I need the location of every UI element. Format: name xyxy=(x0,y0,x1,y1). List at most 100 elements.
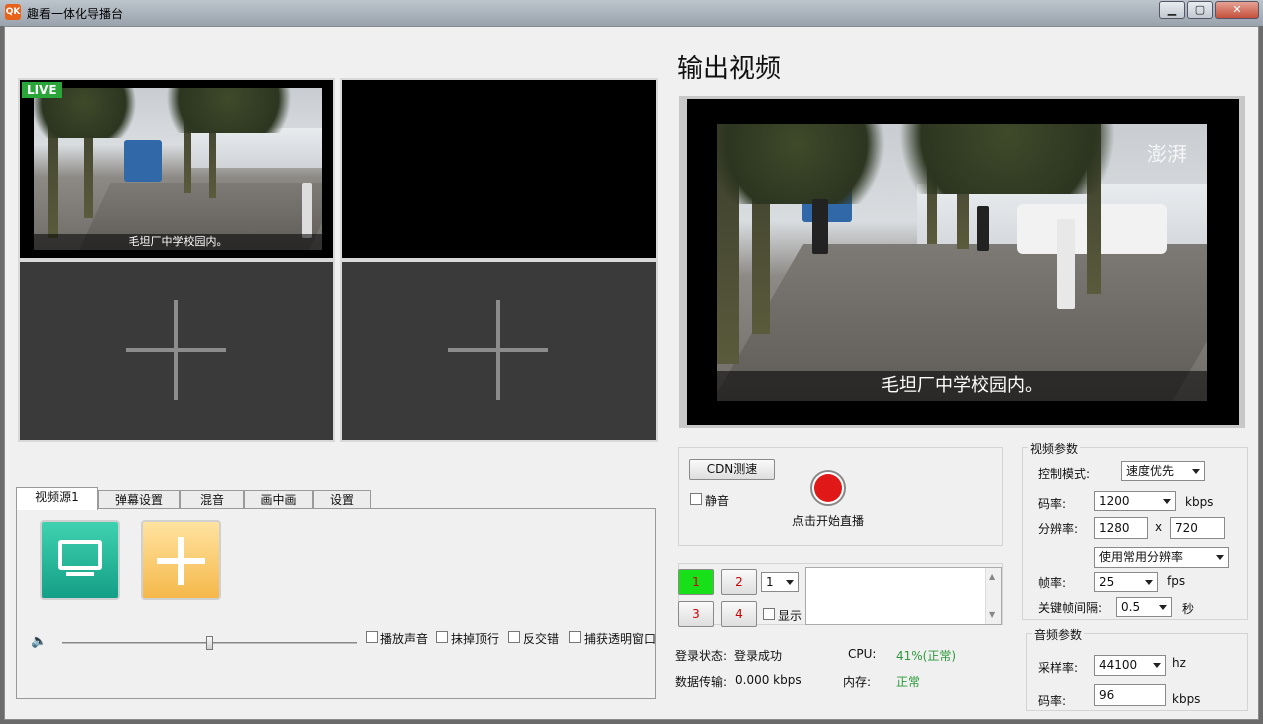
video-frame: 毛坦厂中学校园内。 xyxy=(34,88,322,250)
memory-label: 内存: xyxy=(843,675,872,689)
video-cell-3[interactable] xyxy=(18,260,335,442)
video-cell-4[interactable] xyxy=(340,260,658,442)
chevron-down-icon xyxy=(1216,555,1224,560)
scroll-up-icon[interactable]: ▲ xyxy=(989,572,995,581)
common-resolution-select[interactable]: 使用常用分辨率 xyxy=(1094,547,1229,568)
deinterlace-checkbox[interactable] xyxy=(508,631,520,643)
monitor-stand-icon xyxy=(66,572,94,576)
chevron-down-icon xyxy=(1192,469,1200,474)
scrollbar[interactable]: ▲ ▼ xyxy=(985,568,1001,624)
remove-top-line-checkbox[interactable] xyxy=(436,631,448,643)
keyframe-interval-select[interactable]: 0.5 xyxy=(1116,597,1172,617)
tab-audio-mix[interactable]: 混音 xyxy=(180,490,244,509)
add-source-icon-v xyxy=(174,300,178,400)
window-title: 趣看一体化导播台 xyxy=(27,7,124,21)
fps-label: 帧率: xyxy=(1038,576,1067,590)
control-mode-select[interactable]: 速度优先 xyxy=(1121,461,1205,481)
keyframe-interval-unit: 秒 xyxy=(1182,602,1195,616)
app-logo-icon: QK xyxy=(5,4,21,20)
chevron-down-icon xyxy=(1163,499,1171,504)
sample-rate-select[interactable]: 44100 xyxy=(1094,655,1166,676)
output-caption: 毛坦厂中学校园内。 xyxy=(717,371,1207,401)
plus-icon-v xyxy=(178,537,184,585)
login-status-value: 登录成功 xyxy=(734,649,783,663)
chevron-down-icon xyxy=(1159,605,1167,610)
add-source-icon-v xyxy=(496,300,500,400)
scene-button-3[interactable]: 3 xyxy=(678,601,714,627)
volume-slider-thumb[interactable] xyxy=(206,636,213,650)
scene-button-1[interactable]: 1 xyxy=(678,569,714,595)
resolution-x-label: x xyxy=(1155,520,1163,534)
cdn-speedtest-button[interactable]: CDN测速 xyxy=(689,459,775,480)
audio-bitrate-label: 码率: xyxy=(1038,694,1067,708)
deinterlace-label: 反交错 xyxy=(523,632,560,646)
chevron-down-icon xyxy=(1145,580,1153,585)
add-video-source-tile[interactable] xyxy=(141,520,221,600)
video-caption: 毛坦厂中学校园内。 xyxy=(34,234,322,250)
cpu-label: CPU: xyxy=(848,647,877,661)
video-bitrate-value: 1200 xyxy=(1099,494,1130,508)
title-bar[interactable] xyxy=(0,0,1263,26)
video-cell-1[interactable]: 毛坦厂中学校园内。 LIVE xyxy=(18,78,335,260)
play-sound-checkbox[interactable] xyxy=(366,631,378,643)
maximize-button[interactable]: ▢ xyxy=(1187,1,1213,19)
speaker-icon[interactable]: 🔈 xyxy=(31,634,47,649)
fps-select[interactable]: 25 xyxy=(1094,572,1158,592)
output-video-image: 澎湃 毛坦厂中学校园内。 xyxy=(717,124,1207,401)
tab-picture-in-picture[interactable]: 画中画 xyxy=(244,490,313,509)
output-video-frame: 澎湃 毛坦厂中学校园内。 xyxy=(679,96,1245,428)
watermark-logo: 澎湃 xyxy=(1147,142,1187,166)
scene-button-2[interactable]: 2 xyxy=(721,569,757,595)
scene-select-value: 1 xyxy=(766,575,774,589)
fps-value: 25 xyxy=(1099,575,1115,589)
capture-transparent-window-checkbox[interactable] xyxy=(569,631,581,643)
monitor-icon xyxy=(58,540,102,570)
chevron-down-icon xyxy=(786,580,794,585)
video-params-title: 视频参数 xyxy=(1028,440,1081,457)
show-label: 显示 xyxy=(778,609,803,623)
scene-text-area[interactable]: ▲ ▼ xyxy=(805,567,1002,625)
remove-top-line-label: 抹掉顶行 xyxy=(451,632,500,646)
common-resolution-value: 使用常用分辨率 xyxy=(1099,550,1184,564)
tab-video-source-1[interactable]: 视频源1 xyxy=(16,487,98,510)
memory-value: 正常 xyxy=(896,675,921,689)
data-transfer-value: 0.000 kbps xyxy=(735,673,802,687)
control-mode-label: 控制模式: xyxy=(1038,467,1091,481)
mute-checkbox[interactable] xyxy=(690,493,702,505)
resolution-height-input[interactable]: 720 xyxy=(1170,517,1225,539)
audio-bitrate-input[interactable]: 96 xyxy=(1094,684,1166,706)
audio-params-title: 音频参数 xyxy=(1032,626,1085,643)
control-mode-value: 速度优先 xyxy=(1126,464,1175,478)
resolution-width-input[interactable]: 1280 xyxy=(1094,517,1148,539)
start-live-record-button[interactable] xyxy=(810,470,846,506)
close-button[interactable]: ✕ xyxy=(1215,1,1259,19)
resolution-label: 分辨率: xyxy=(1038,522,1079,536)
cpu-value: 41%(正常) xyxy=(896,649,957,663)
minimize-button[interactable]: ▁ xyxy=(1159,1,1185,19)
screen-capture-tile[interactable] xyxy=(40,520,120,600)
bitrate-label: 码率: xyxy=(1038,497,1067,511)
capture-transparent-window-label: 捕获透明窗口 xyxy=(584,632,657,646)
scroll-down-icon[interactable]: ▼ xyxy=(989,610,995,619)
show-checkbox[interactable] xyxy=(763,608,775,620)
tab-settings[interactable]: 设置 xyxy=(313,490,371,509)
keyframe-interval-value: 0.5 xyxy=(1121,600,1141,614)
live-badge: LIVE xyxy=(22,82,62,98)
scene-select[interactable]: 1 xyxy=(761,572,799,592)
tab-danmaku-settings[interactable]: 弹幕设置 xyxy=(98,490,180,509)
start-live-label: 点击开始直播 xyxy=(792,514,865,528)
sample-rate-label: 采样率: xyxy=(1038,661,1079,675)
sample-rate-unit: hz xyxy=(1172,656,1186,670)
video-bitrate-unit: kbps xyxy=(1185,495,1214,509)
video-bitrate-select[interactable]: 1200 xyxy=(1094,491,1176,511)
sample-rate-value: 44100 xyxy=(1099,658,1138,672)
record-icon xyxy=(814,474,842,502)
output-video-heading: 输出视频 xyxy=(677,54,782,84)
keyframe-interval-label: 关键帧间隔: xyxy=(1038,601,1103,615)
data-transfer-label: 数据传输: xyxy=(675,675,728,689)
login-status-label: 登录状态: xyxy=(675,649,728,663)
video-cell-2[interactable] xyxy=(340,78,658,260)
mute-label: 静音 xyxy=(705,494,730,508)
audio-bitrate-unit: kbps xyxy=(1172,692,1201,706)
scene-button-4[interactable]: 4 xyxy=(721,601,757,627)
